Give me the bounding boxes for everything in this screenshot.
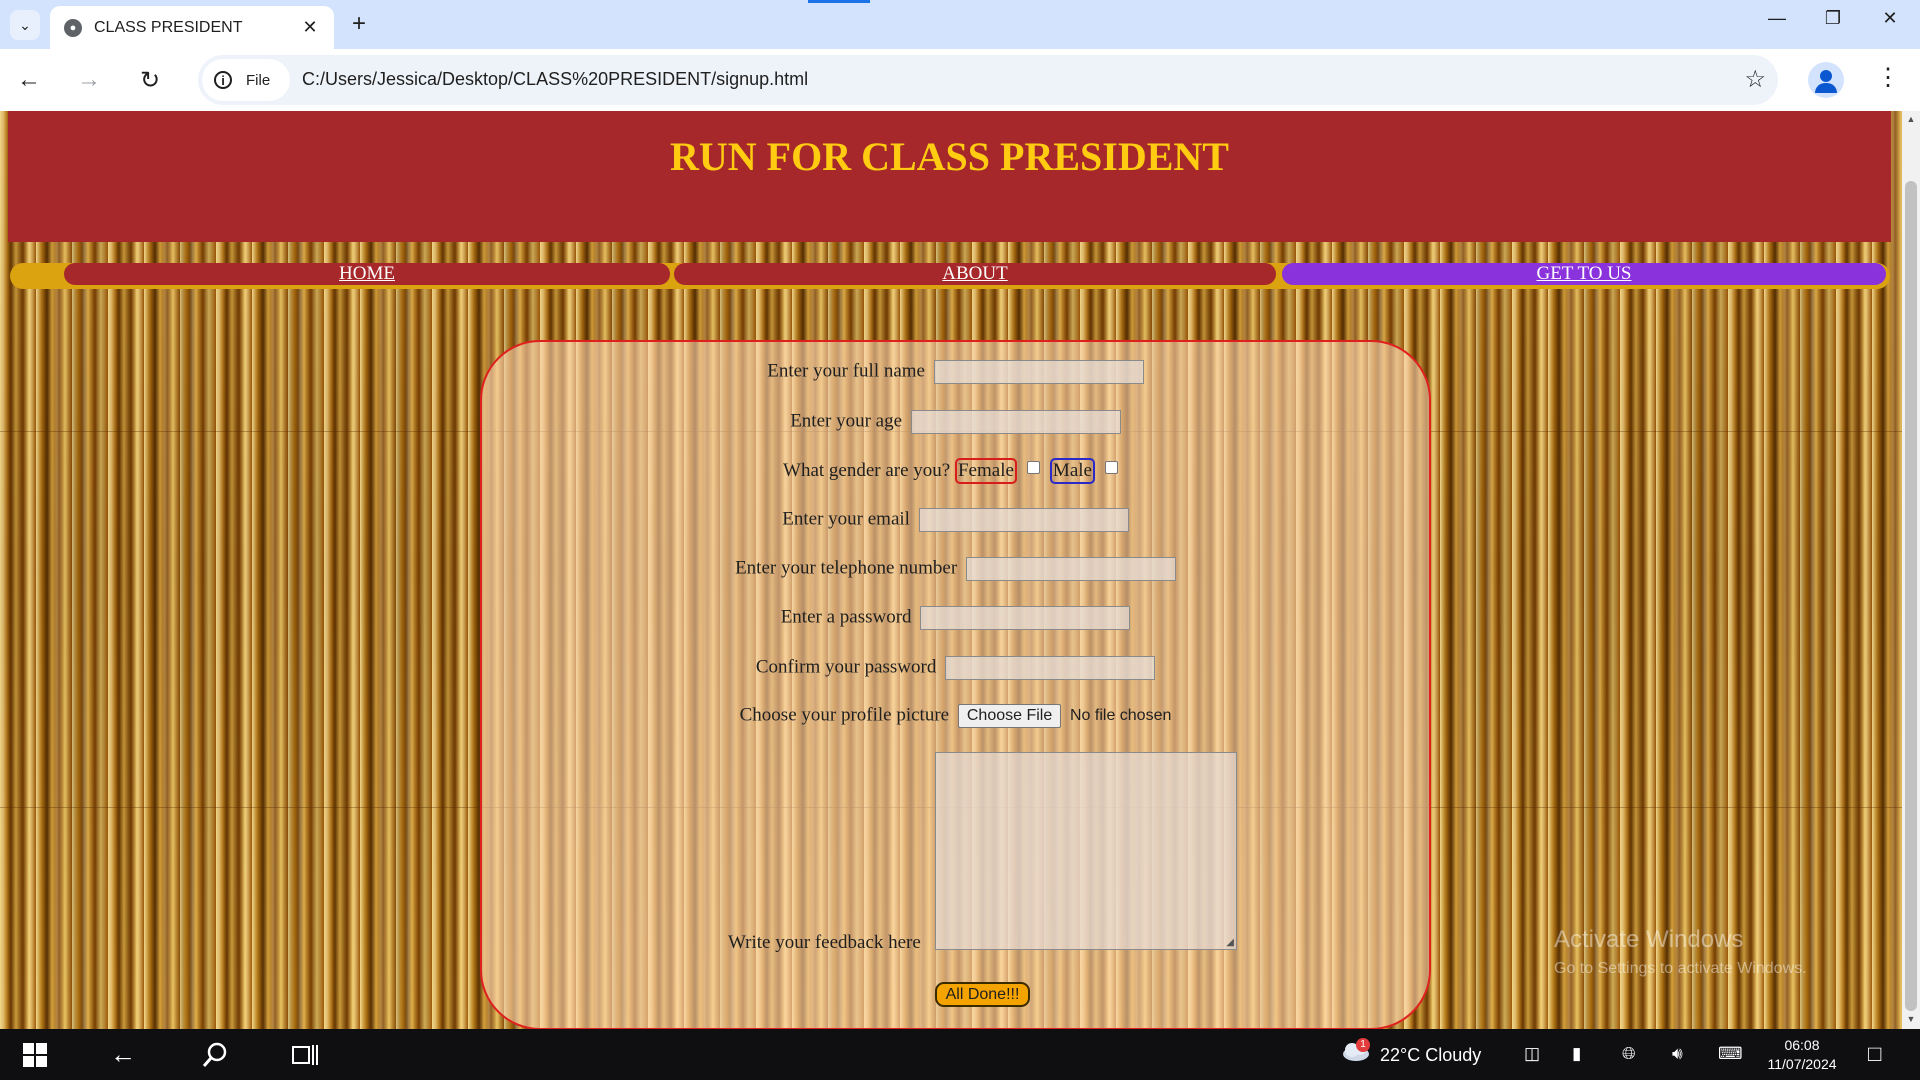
minimize-icon[interactable]: — <box>1757 8 1797 29</box>
profile-picture-label: Choose your profile picture <box>739 704 950 726</box>
feedback-textarea[interactable]: ◢ <box>935 752 1237 950</box>
nav-link-about[interactable]: ABOUT <box>674 263 1276 285</box>
browser-tab[interactable]: ● CLASS PRESIDENT ✕ <box>50 6 334 49</box>
clock-date: 11/07/2024 <box>1767 1056 1837 1072</box>
forward-arrow-icon[interactable]: → <box>72 63 106 97</box>
full-name-row: Enter your full name <box>482 360 1429 384</box>
profile-avatar-icon[interactable] <box>1808 62 1844 98</box>
email-label: Enter your email <box>782 508 910 530</box>
age-input[interactable] <box>910 410 1121 434</box>
url-text[interactable]: C:/Users/Jessica/Desktop/CLASS%20PRESIDE… <box>302 69 808 90</box>
search-icon[interactable] <box>190 1029 240 1080</box>
activate-windows-watermark: Activate Windows Go to Settings to activ… <box>1554 926 1807 978</box>
browser-toolbar: ← → ↻ i File C:/Users/Jessica/Desktop/CL… <box>0 49 1920 111</box>
window-close-icon[interactable]: ✕ <box>1870 8 1910 29</box>
phone-label: Enter your telephone number <box>735 557 958 579</box>
meet-now-icon[interactable]: ◫ <box>1524 1044 1540 1064</box>
phone-input[interactable] <box>965 557 1176 581</box>
nav-link-get-to-us[interactable]: GET TO US <box>1282 263 1886 285</box>
restore-icon[interactable]: ❐ <box>1813 8 1853 29</box>
full-name-input[interactable] <box>933 360 1144 384</box>
tab-title: CLASS PRESIDENT <box>94 18 243 36</box>
back-arrow-icon[interactable]: ← <box>12 63 46 97</box>
notification-icon[interactable]: □ <box>1868 1041 1881 1067</box>
page-title: RUN FOR CLASS PRESIDENT <box>670 134 1229 179</box>
bookmark-star-icon[interactable]: ☆ <box>1744 65 1766 94</box>
clock-time: 06:08 <box>1784 1037 1820 1053</box>
confirm-password-label: Confirm your password <box>755 656 937 678</box>
scroll-up-icon[interactable]: ▲ <box>1902 114 1920 124</box>
site-info-button[interactable]: i File <box>202 59 290 101</box>
globe-icon: ● <box>64 18 82 37</box>
address-bar[interactable]: i File C:/Users/Jessica/Desktop/CLASS%20… <box>198 55 1778 105</box>
profile-picture-row: Choose your profile picture Choose File … <box>482 704 1429 728</box>
task-view-icon[interactable] <box>280 1029 330 1080</box>
reload-icon[interactable]: ↻ <box>133 63 167 97</box>
age-row: Enter your age <box>482 410 1429 434</box>
age-label: Enter your age <box>790 410 903 432</box>
info-icon: i <box>214 71 232 89</box>
scroll-thumb[interactable] <box>1905 181 1917 1011</box>
password-label: Enter a password <box>780 606 912 628</box>
confirm-password-input[interactable] <box>945 656 1156 680</box>
windows-logo-icon <box>23 1042 47 1067</box>
female-label: Female <box>954 458 1017 484</box>
watermark-line2: Go to Settings to activate Windows. <box>1554 960 1807 977</box>
kebab-menu-icon[interactable]: ⋮ <box>1876 63 1900 92</box>
system-clock[interactable]: 06:08 11/07/2024 <box>1760 1036 1844 1074</box>
site-info-label: File <box>246 71 271 89</box>
male-checkbox[interactable] <box>1104 461 1118 474</box>
phone-row: Enter your telephone number <box>482 557 1429 581</box>
male-label: Male <box>1049 458 1095 484</box>
page-viewport: RUN FOR CLASS PRESIDENT HOME ABOUT GET T… <box>0 111 1902 1029</box>
start-button[interactable] <box>0 1029 70 1080</box>
weather-alert-badge: 1 <box>1356 1038 1370 1052</box>
battery-icon[interactable]: ▮ <box>1572 1044 1581 1064</box>
female-checkbox[interactable] <box>1026 461 1040 474</box>
feedback-label: Write your feedback here <box>728 932 921 953</box>
new-tab-icon[interactable]: + <box>352 10 366 38</box>
back-taskbar-icon[interactable]: ← <box>98 1029 148 1080</box>
watermark-line1: Activate Windows <box>1554 926 1744 953</box>
submit-button[interactable]: All Done!!! <box>935 982 1030 1007</box>
weather-text[interactable]: 22°C Cloudy <box>1380 1045 1481 1066</box>
email-row: Enter your email <box>482 508 1429 532</box>
password-input[interactable] <box>920 606 1131 630</box>
nav-bar: HOME ABOUT GET TO US <box>10 263 1890 289</box>
scroll-down-icon[interactable]: ▼ <box>1902 1014 1920 1024</box>
taskbar: ← 1 22°C Cloudy ◫ ▮ 🌐︎ 🔊︎ ⌨ 06:08 11/07/… <box>0 1029 1920 1080</box>
gender-row: What gender are you? Female Male <box>482 458 1429 484</box>
tab-strip-accent <box>808 0 870 3</box>
vertical-scrollbar[interactable]: ▲ ▼ <box>1902 111 1920 1029</box>
network-globe-icon[interactable]: 🌐︎ <box>1622 1044 1636 1064</box>
file-status-text: No file chosen <box>1069 707 1172 725</box>
tab-strip: ⌄ ● CLASS PRESIDENT ✕ + — ❐ ✕ <box>0 0 1920 49</box>
choose-file-button[interactable]: Choose File <box>957 704 1062 728</box>
email-input[interactable] <box>918 508 1129 532</box>
confirm-password-row: Confirm your password <box>482 656 1429 680</box>
gender-label: What gender are you? <box>783 460 951 481</box>
volume-icon[interactable]: 🔊︎ <box>1672 1044 1683 1064</box>
resize-grip-icon[interactable]: ◢ <box>1226 937 1234 948</box>
chevron-down-icon: ⌄ <box>19 16 31 33</box>
keyboard-icon[interactable]: ⌨ <box>1718 1044 1743 1064</box>
full-name-label: Enter your full name <box>767 360 925 382</box>
close-tab-icon[interactable]: ✕ <box>296 17 324 38</box>
password-row: Enter a password <box>482 606 1429 630</box>
tab-search-button[interactable]: ⌄ <box>10 10 40 40</box>
nav-link-home[interactable]: HOME <box>64 263 670 285</box>
signup-form: Enter your full name Enter your age What… <box>480 340 1431 1029</box>
header-banner: RUN FOR CLASS PRESIDENT <box>8 111 1891 242</box>
